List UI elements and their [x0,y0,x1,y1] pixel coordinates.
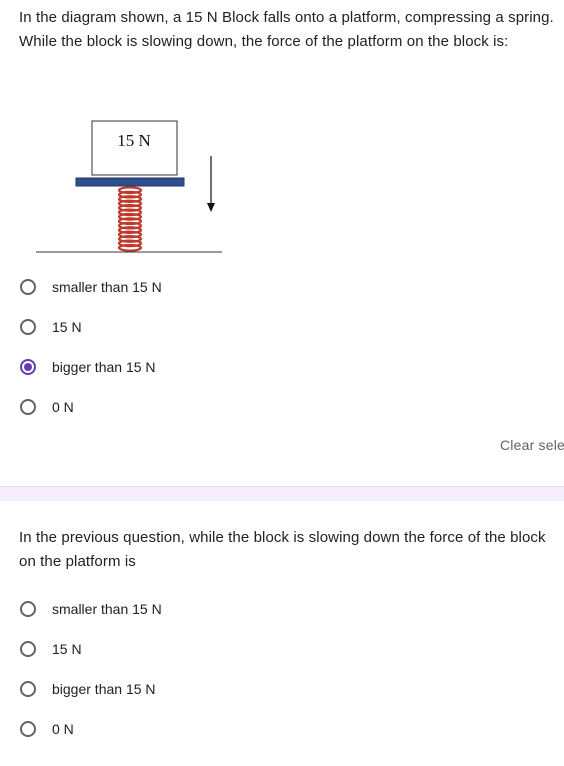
radio-button[interactable] [20,681,36,697]
spring-coil [117,243,143,252]
q2-option-zero[interactable]: 0 N [20,720,320,744]
physics-diagram: 15 N [36,120,222,253]
radio-button[interactable] [20,399,36,415]
down-arrow-icon [207,203,215,212]
radio-button[interactable] [20,641,36,657]
option-label: smaller than 15 N [52,601,162,617]
option-label: 0 N [52,721,74,737]
option-label: 0 N [52,399,74,415]
option-label: 15 N [52,319,82,335]
option-label: 15 N [52,641,82,657]
block-label: 15 N [117,131,151,150]
radio-button-selected[interactable] [20,359,36,375]
option-label: bigger than 15 N [52,681,156,697]
form-page: In the diagram shown, a 15 N Block falls… [0,0,564,766]
q1-option-zero[interactable]: 0 N [20,398,320,422]
q1-option-equal[interactable]: 15 N [20,318,320,342]
radio-button[interactable] [20,601,36,617]
q2-option-bigger[interactable]: bigger than 15 N [20,680,320,704]
q1-option-smaller[interactable]: smaller than 15 N [20,278,320,302]
q1-option-bigger[interactable]: bigger than 15 N [20,358,320,382]
option-label: smaller than 15 N [52,279,162,295]
question-2-text: In the previous question, while the bloc… [19,529,546,570]
section-divider [0,486,564,501]
q2-option-smaller[interactable]: smaller than 15 N [20,600,320,624]
platform [75,177,185,187]
radio-button[interactable] [20,319,36,335]
spring [117,186,143,252]
q2-option-equal[interactable]: 15 N [20,640,320,664]
radio-button[interactable] [20,721,36,737]
clear-selection-button[interactable]: Clear sele [500,436,564,454]
radio-button[interactable] [20,279,36,295]
option-label: bigger than 15 N [52,359,156,375]
question-1-text: In the diagram shown, a 15 N Block falls… [19,9,554,50]
